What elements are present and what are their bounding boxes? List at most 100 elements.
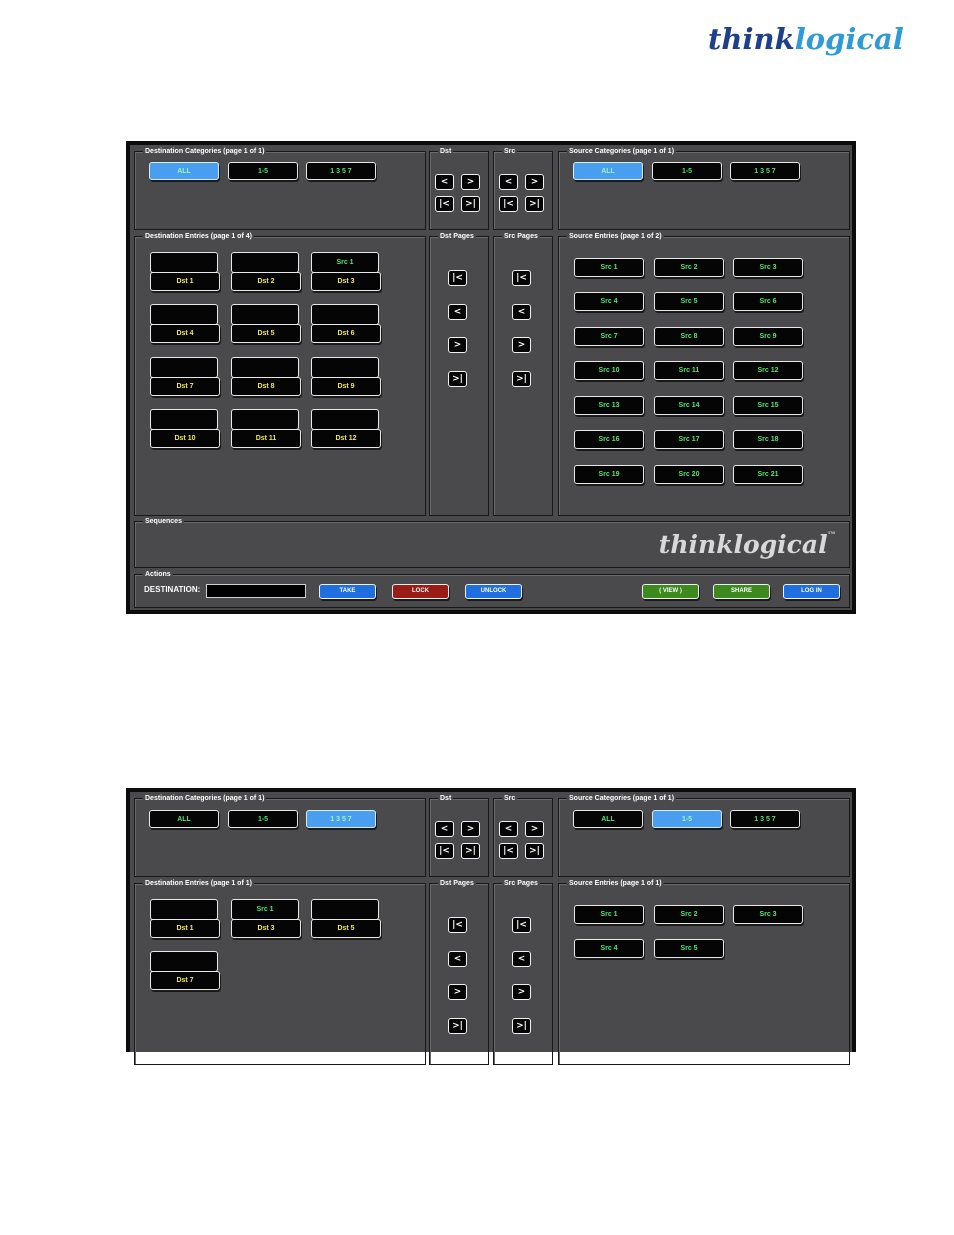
screen1-panel: Destination Categories (page 1 of 1) ALL… (130, 145, 852, 610)
take-button[interactable]: TAKE (319, 584, 376, 599)
src-page-prev-button[interactable]: < (512, 304, 531, 320)
src-category-1357[interactable]: 1 3 5 7 (730, 810, 800, 828)
src-category-1357[interactable]: 1 3 5 7 (730, 162, 800, 180)
dest-entry[interactable]: Dst 1 (150, 899, 220, 939)
dst-next-button[interactable]: > (461, 821, 480, 837)
dst-page-last-button[interactable]: >| (448, 371, 467, 387)
dst-pages-title: Dst Pages (438, 879, 476, 888)
src-first-button[interactable]: |< (499, 196, 518, 212)
dst-page-next-button[interactable]: > (448, 337, 467, 353)
dst-page-last-button[interactable]: >| (448, 1018, 467, 1034)
dst-prev-button[interactable]: < (435, 174, 454, 190)
src-prev-button[interactable]: < (499, 821, 518, 837)
dest-entry[interactable]: Src 1 Dst 3 (231, 899, 301, 939)
dest-entry[interactable]: Dst 12 (311, 409, 381, 449)
src-page-next-button[interactable]: > (512, 984, 531, 1000)
dst-first-button[interactable]: |< (435, 196, 454, 212)
src-page-first-button[interactable]: |< (512, 270, 531, 286)
src-entry[interactable]: Src 2 (654, 905, 724, 924)
src-entry[interactable]: Src 1 (574, 258, 644, 277)
src-entry[interactable]: Src 3 (733, 258, 803, 277)
dest-category-1-5[interactable]: 1-5 (228, 162, 298, 180)
dst-prev-button[interactable]: < (435, 821, 454, 837)
dest-entry-label: Dst 7 (150, 377, 220, 396)
src-entry[interactable]: Src 4 (574, 939, 644, 958)
src-entry[interactable]: Src 16 (574, 430, 644, 449)
dest-entry[interactable]: Dst 4 (150, 304, 220, 344)
src-entry[interactable]: Src 18 (733, 430, 803, 449)
src-entry[interactable]: Src 2 (654, 258, 724, 277)
src-page-prev-button[interactable]: < (512, 951, 531, 967)
dest-entry[interactable]: Dst 10 (150, 409, 220, 449)
dest-category-1357[interactable]: 1 3 5 7 (306, 810, 376, 828)
src-last-button[interactable]: >| (525, 843, 544, 859)
dest-entry[interactable]: Dst 5 (231, 304, 301, 344)
dst-page-prev-button[interactable]: < (448, 951, 467, 967)
src-page-last-button[interactable]: >| (512, 1018, 531, 1034)
src-category-all[interactable]: ALL (573, 810, 643, 828)
unlock-button[interactable]: UNLOCK (465, 584, 522, 599)
dst-last-button[interactable]: >| (461, 843, 480, 859)
src-category-1-5[interactable]: 1-5 (652, 810, 722, 828)
src-entry[interactable]: Src 19 (574, 465, 644, 484)
dest-entry[interactable]: Dst 6 (311, 304, 381, 344)
dst-pages-group: Dst Pages |< < > >| (429, 232, 489, 516)
src-entry[interactable]: Src 14 (654, 396, 724, 415)
src-entry[interactable]: Src 21 (733, 465, 803, 484)
dest-entry[interactable]: Dst 5 (311, 899, 381, 939)
src-prev-button[interactable]: < (499, 174, 518, 190)
src-category-all[interactable]: ALL (573, 162, 643, 180)
src-page-first-button[interactable]: |< (512, 917, 531, 933)
dest-entry[interactable]: Dst 7 (150, 357, 220, 397)
src-entry[interactable]: Src 5 (654, 939, 724, 958)
src-entry[interactable]: Src 5 (654, 292, 724, 311)
dst-next-button[interactable]: > (461, 174, 480, 190)
src-entry[interactable]: Src 1 (574, 905, 644, 924)
dest-category-all[interactable]: ALL (149, 810, 219, 828)
src-entry[interactable]: Src 20 (654, 465, 724, 484)
src-entry[interactable]: Src 9 (733, 327, 803, 346)
src-entry[interactable]: Src 10 (574, 361, 644, 380)
src-first-button[interactable]: |< (499, 843, 518, 859)
destination-field[interactable] (206, 584, 306, 598)
src-entry[interactable]: Src 17 (654, 430, 724, 449)
dest-entry[interactable]: Dst 8 (231, 357, 301, 397)
dst-first-button[interactable]: |< (435, 843, 454, 859)
dest-entry[interactable]: Src 1 Dst 3 (311, 252, 381, 292)
src-entry[interactable]: Src 8 (654, 327, 724, 346)
dest-entry[interactable]: Dst 11 (231, 409, 301, 449)
src-next-button[interactable]: > (525, 821, 544, 837)
dest-entry[interactable]: Dst 7 (150, 951, 220, 991)
dst-page-first-button[interactable]: |< (448, 270, 467, 286)
login-button[interactable]: LOG IN (783, 584, 840, 599)
dest-category-1357[interactable]: 1 3 5 7 (306, 162, 376, 180)
src-entry[interactable]: Src 6 (733, 292, 803, 311)
dest-category-1-5[interactable]: 1-5 (228, 810, 298, 828)
dst-page-first-button[interactable]: |< (448, 917, 467, 933)
dst-page-next-button[interactable]: > (448, 984, 467, 1000)
thinklogical-watermark: thinklogicalTM (659, 530, 835, 559)
src-page-next-button[interactable]: > (512, 337, 531, 353)
view-button[interactable]: ( VIEW ) (642, 584, 699, 599)
src-next-button[interactable]: > (525, 174, 544, 190)
src-entry[interactable]: Src 4 (574, 292, 644, 311)
src-entry[interactable]: Src 7 (574, 327, 644, 346)
src-category-1-5[interactable]: 1-5 (652, 162, 722, 180)
dest-entry[interactable]: Dst 2 (231, 252, 301, 292)
share-button[interactable]: SHARE (713, 584, 770, 599)
src-entry[interactable]: Src 12 (733, 361, 803, 380)
src-last-button[interactable]: >| (525, 196, 544, 212)
dest-entry-source: Src 1 (311, 252, 379, 273)
src-entry[interactable]: Src 11 (654, 361, 724, 380)
src-nav-title: Src (502, 794, 518, 803)
dest-entry[interactable]: Dst 9 (311, 357, 381, 397)
src-entry[interactable]: Src 3 (733, 905, 803, 924)
dest-category-all[interactable]: ALL (149, 162, 219, 180)
dest-entry[interactable]: Dst 1 (150, 252, 220, 292)
src-entry[interactable]: Src 15 (733, 396, 803, 415)
dst-last-button[interactable]: >| (461, 196, 480, 212)
src-entry[interactable]: Src 13 (574, 396, 644, 415)
lock-button[interactable]: LOCK (392, 584, 449, 599)
src-page-last-button[interactable]: >| (512, 371, 531, 387)
dst-page-prev-button[interactable]: < (448, 304, 467, 320)
